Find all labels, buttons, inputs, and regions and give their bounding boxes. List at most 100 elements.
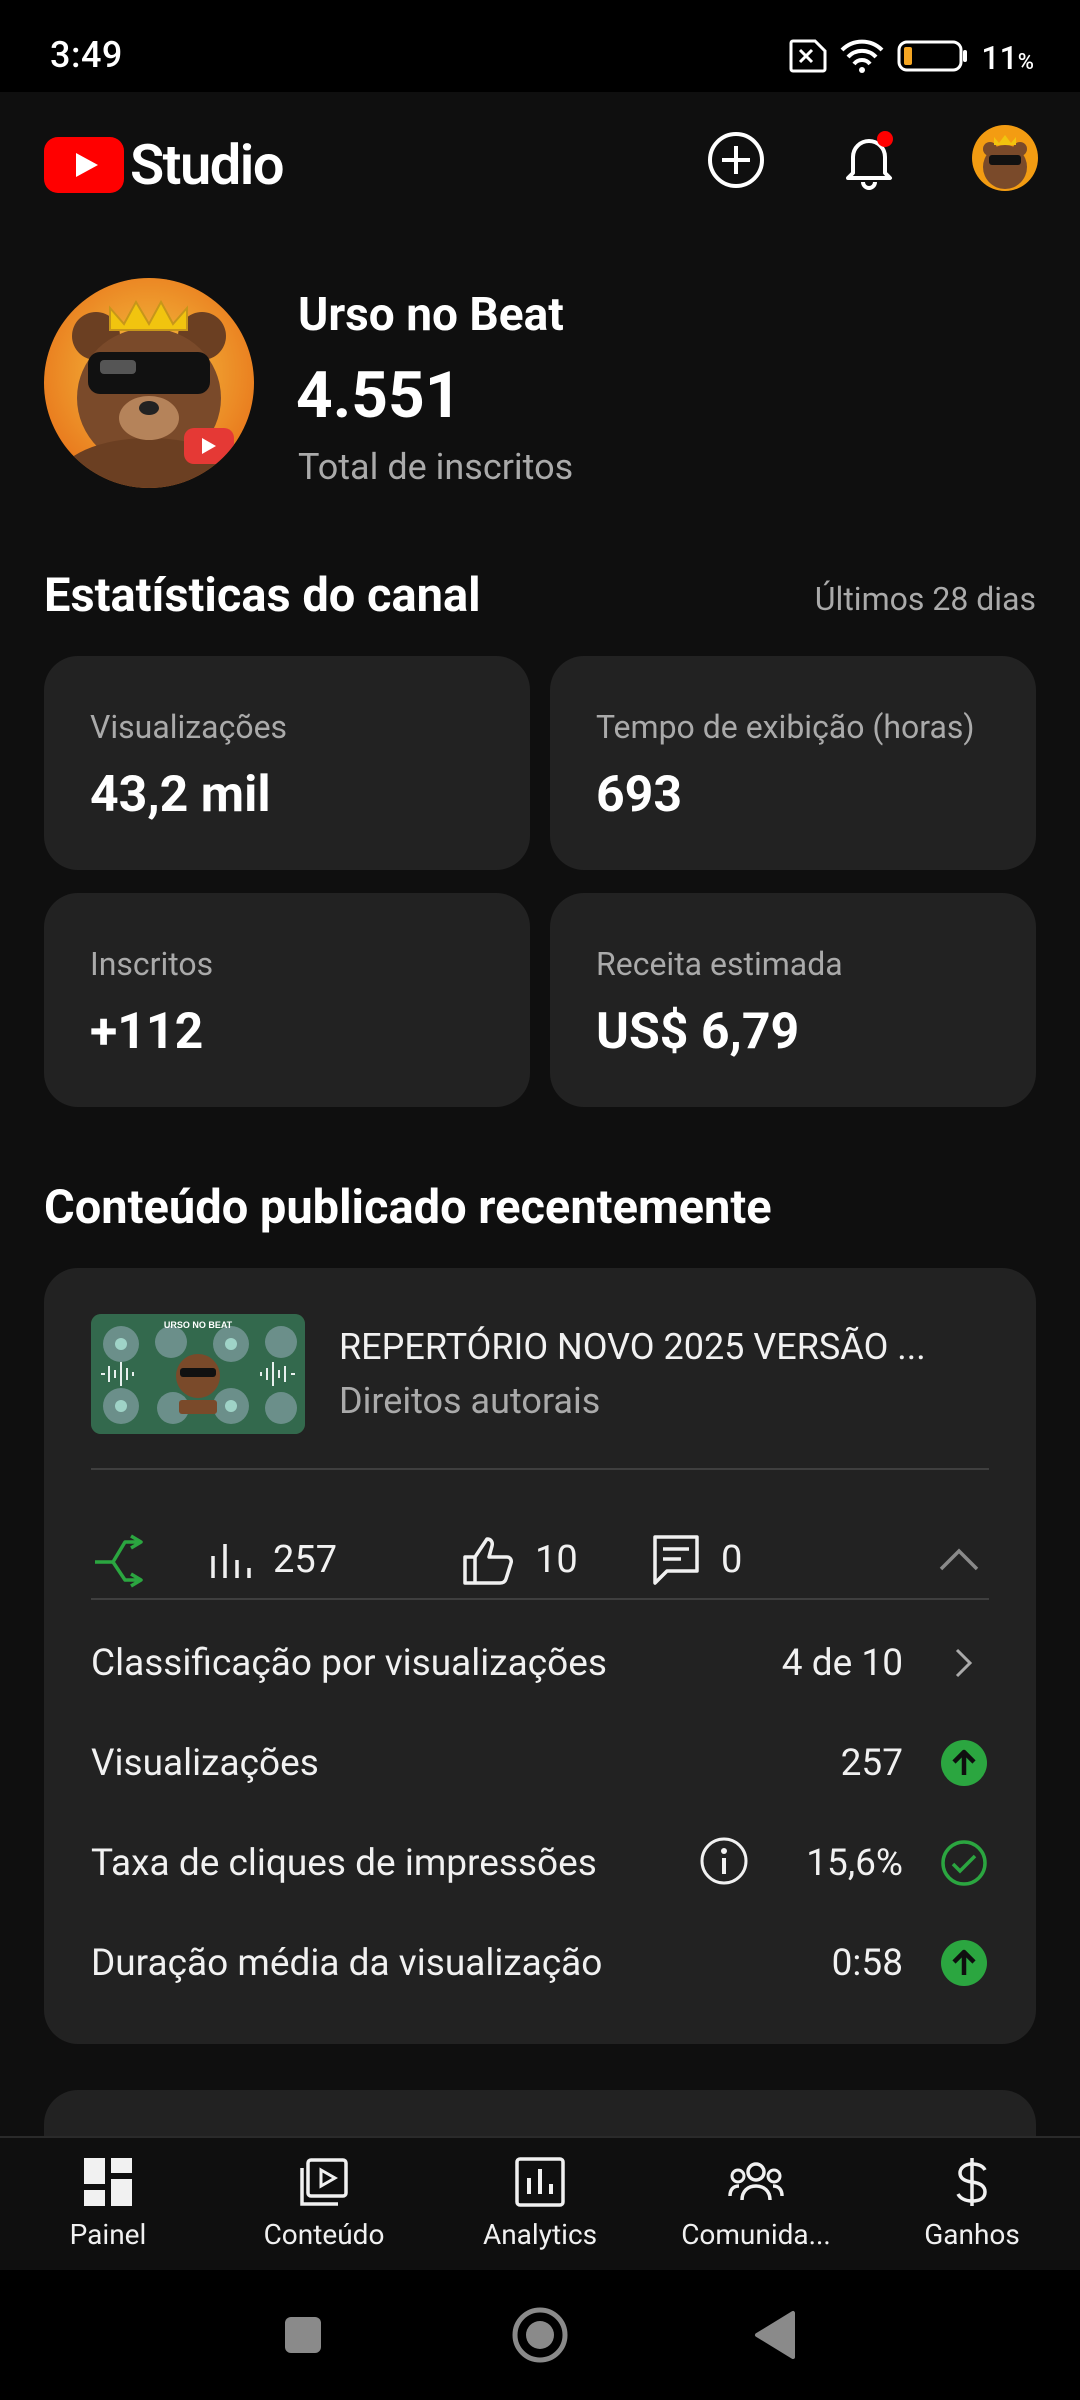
recent-video-card: URSO NO BEAT REPERTÓRIO NOVO 2025 VERSÃO… xyxy=(44,1268,1036,2044)
nav-label: Conteúdo xyxy=(263,2218,385,2251)
add-circle-icon xyxy=(708,132,764,188)
create-button[interactable] xyxy=(701,125,771,195)
metric-comments: 0 xyxy=(651,1500,742,1620)
nav-label: Ganhos xyxy=(924,2218,1020,2251)
stat-value: 693 xyxy=(596,766,683,824)
stat-value: +112 xyxy=(90,1003,204,1061)
stats-period[interactable]: Últimos 28 dias xyxy=(815,580,1036,618)
arrow-up-circle-icon xyxy=(939,1938,989,1988)
youtube-studio-logo[interactable]: Studio xyxy=(44,132,285,198)
analytics-icon xyxy=(515,2157,565,2207)
channel-name: Urso no Beat xyxy=(298,288,564,342)
stat-card-revenue[interactable]: Receita estimada US$ 6,79 xyxy=(550,893,1036,1107)
wifi-icon xyxy=(839,38,885,78)
video-metrics-row: 257 10 0 xyxy=(91,1500,989,1620)
status-icons: 11% xyxy=(785,38,1034,78)
dashboard-icon xyxy=(84,2158,132,2206)
bear-channel-avatar-icon xyxy=(44,278,254,488)
recents-button[interactable] xyxy=(268,2300,338,2370)
detail-row-ranking[interactable]: Classificação por visualizações 4 de 10 xyxy=(91,1628,989,1698)
bottom-navigation: Painel Conteúdo Analytics Comunida... Ga… xyxy=(0,2136,1080,2270)
thumbs-up-icon xyxy=(463,1537,513,1585)
detail-label: Visualizações xyxy=(91,1742,319,1785)
performance-indicator[interactable] xyxy=(91,1500,147,1620)
nav-community[interactable]: Comunida... xyxy=(656,2138,856,2272)
detail-row-ctr: Taxa de cliques de impressões 15,6% xyxy=(91,1828,989,1898)
back-triangle-icon xyxy=(755,2311,795,2359)
status-bar: 3:49 11% xyxy=(0,0,1080,92)
nav-label: Comunida... xyxy=(681,2218,831,2251)
no-sim-icon xyxy=(785,39,827,77)
detail-value: 257 xyxy=(840,1742,903,1785)
nav-dashboard[interactable]: Painel xyxy=(8,2138,208,2272)
video-subtitle: Direitos autorais xyxy=(339,1380,601,1422)
detail-row-views: Visualizações 257 xyxy=(91,1728,989,1798)
stat-label: Inscritos xyxy=(90,945,214,983)
likes-count: 10 xyxy=(535,1538,578,1582)
bell-icon xyxy=(846,131,893,190)
info-icon[interactable] xyxy=(699,1836,749,1890)
metric-likes: 10 xyxy=(461,1500,578,1620)
divider xyxy=(91,1468,989,1470)
video-library-icon xyxy=(300,2158,348,2206)
stat-card-views[interactable]: Visualizações 43,2 mil xyxy=(44,656,530,870)
detail-value: 0:58 xyxy=(831,1942,903,1985)
community-icon xyxy=(728,2162,784,2201)
channel-avatar[interactable] xyxy=(44,278,254,488)
detail-label: Taxa de cliques de impressões xyxy=(91,1842,597,1885)
nav-content[interactable]: Conteúdo xyxy=(224,2138,424,2272)
subscriber-label: Total de inscritos xyxy=(298,446,574,488)
stat-label: Visualizações xyxy=(90,708,288,746)
account-avatar[interactable] xyxy=(972,125,1038,191)
nav-label: Painel xyxy=(69,2218,147,2251)
nav-label: Analytics xyxy=(482,2218,598,2251)
channel-profile: Urso no Beat 4.551 Total de inscritos xyxy=(44,278,1044,492)
divider xyxy=(91,1598,989,1600)
video-thumbnail[interactable]: URSO NO BEAT xyxy=(91,1314,305,1434)
shuffle-trend-icon xyxy=(95,1534,143,1588)
battery-percent: 11% xyxy=(981,39,1034,77)
subscriber-count: 4.551 xyxy=(296,358,462,433)
stat-card-watch-time[interactable]: Tempo de exibição (horas) 693 xyxy=(550,656,1036,870)
detail-row-avg-duration: Duração média da visualização 0:58 xyxy=(91,1928,989,1998)
check-circle-icon xyxy=(939,1838,989,1888)
stat-value: 43,2 mil xyxy=(90,766,271,824)
home-button[interactable] xyxy=(505,2300,575,2370)
video-thumbnail-image: URSO NO BEAT xyxy=(91,1314,305,1434)
comment-icon xyxy=(653,1535,699,1585)
video-title[interactable]: REPERTÓRIO NOVO 2025 VERSÃO ... xyxy=(339,1326,989,1368)
app-header: Studio xyxy=(0,92,1080,228)
bar-chart-icon xyxy=(211,1544,251,1578)
detail-value: 4 de 10 xyxy=(781,1642,903,1685)
comments-count: 0 xyxy=(721,1538,743,1582)
chevron-up-icon xyxy=(939,1548,979,1571)
stat-label: Tempo de exibição (horas) xyxy=(596,708,975,746)
recent-content-title: Conteúdo publicado recentemente xyxy=(44,1180,772,1235)
arrow-up-circle-icon xyxy=(939,1738,989,1788)
system-navigation-bar xyxy=(0,2270,1080,2400)
app-name: Studio xyxy=(130,132,285,198)
nav-analytics[interactable]: Analytics xyxy=(440,2138,640,2272)
bear-avatar-icon xyxy=(972,125,1038,191)
home-circle-icon xyxy=(512,2307,568,2363)
stat-label: Receita estimada xyxy=(596,945,843,983)
views-count: 257 xyxy=(273,1538,338,1582)
status-time: 3:49 xyxy=(50,34,123,76)
notifications-button[interactable] xyxy=(834,125,904,195)
detail-label: Classificação por visualizações xyxy=(91,1642,607,1685)
nav-earn[interactable]: Ganhos xyxy=(872,2138,1072,2272)
stat-value: US$ 6,79 xyxy=(596,1003,800,1061)
youtube-logo-icon xyxy=(44,137,124,193)
thumbnail-text: URSO NO BEAT xyxy=(164,1320,233,1330)
square-icon xyxy=(285,2317,321,2353)
dollar-icon xyxy=(956,2158,987,2206)
chevron-right-icon xyxy=(939,1638,989,1688)
stat-card-subscribers[interactable]: Inscritos +112 xyxy=(44,893,530,1107)
battery-icon xyxy=(897,39,969,77)
collapse-button[interactable] xyxy=(937,1500,981,1620)
metric-views: 257 xyxy=(209,1500,337,1620)
detail-label: Duração média da visualização xyxy=(91,1942,603,1985)
stats-title: Estatísticas do canal xyxy=(44,568,481,623)
detail-value: 15,6% xyxy=(806,1842,903,1885)
back-button[interactable] xyxy=(740,2300,810,2370)
